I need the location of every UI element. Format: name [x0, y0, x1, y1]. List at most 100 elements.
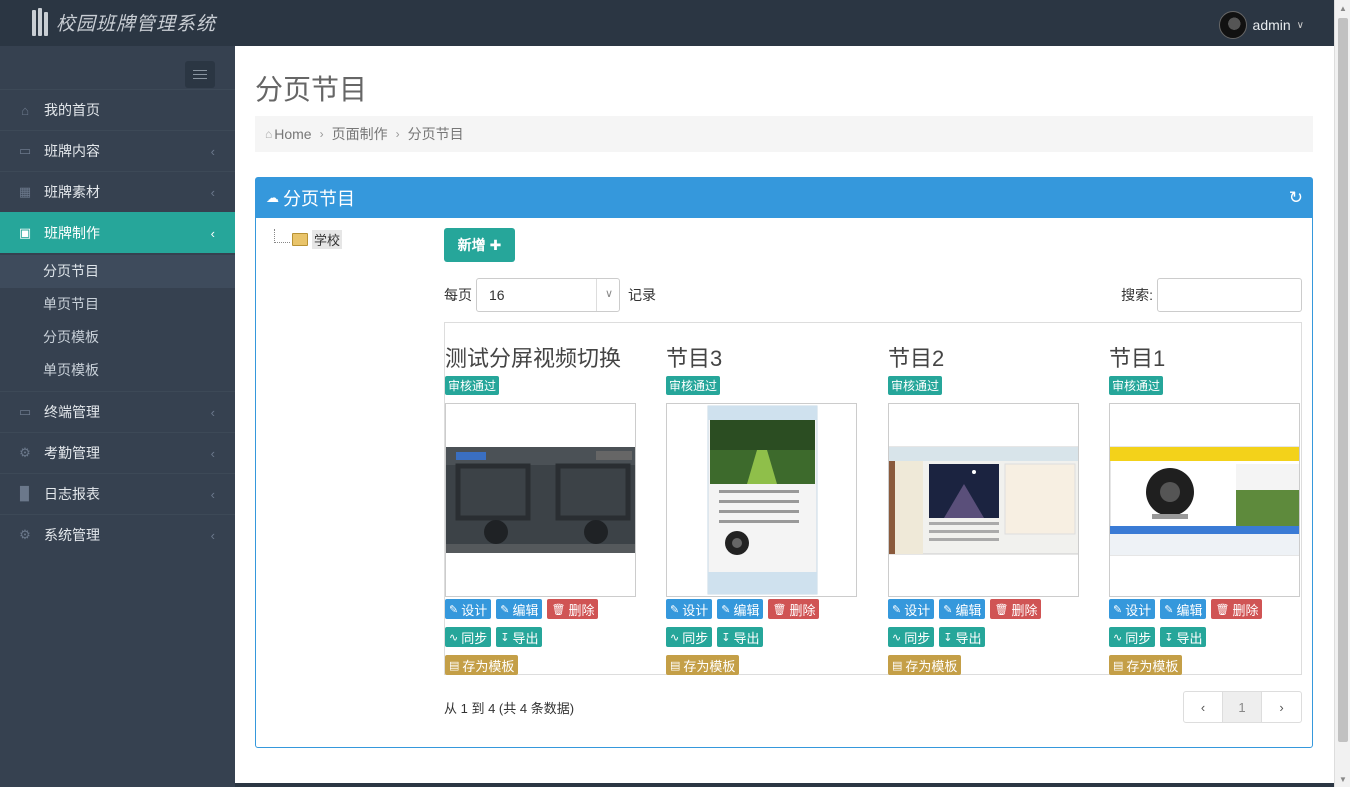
export-button[interactable]: ↧ 导出 — [939, 627, 986, 647]
delete-label: 删除 — [789, 602, 816, 618]
sidebar-item-content[interactable]: ▭ 班牌内容 ‹ — [0, 130, 235, 171]
next-page-button[interactable]: › — [1262, 692, 1301, 722]
program-card: 节目1 审核通过 ✎ 设计 ✎ 编辑 🗑 删除 ∿ 同步 ↧ 导出 ▤ 存为模板 — [1109, 323, 1309, 675]
delete-button[interactable]: 🗑 删除 — [547, 599, 599, 619]
chevron-left-icon: ‹ — [210, 486, 215, 502]
edit-button[interactable]: ✎ 编辑 — [939, 599, 986, 619]
home-icon: ⌂ — [265, 127, 273, 141]
app-title: 校园班牌管理系统 — [56, 12, 217, 35]
edit-button[interactable]: ✎ 编辑 — [717, 599, 764, 619]
footer-bar — [235, 783, 1334, 787]
save-template-button[interactable]: ▤ 存为模板 — [1109, 655, 1183, 675]
sidebar-item-label: 日志报表 — [44, 486, 100, 502]
program-card: 测试分屏视频切换 审核通过 ✎ 设计 ✎ 编辑 🗑 删除 ∿ 同步 ↧ 导出 ▤… — [445, 323, 645, 675]
sidebar-toggle-button[interactable] — [185, 61, 215, 88]
sync-button[interactable]: ∿ 同步 — [445, 627, 492, 647]
sidebar-item-label: 我的首页 — [44, 102, 100, 118]
delete-label: 删除 — [1232, 602, 1259, 618]
sync-label: 同步 — [904, 630, 931, 646]
page-length-control: 每页 16 ∨ 记录 — [444, 278, 656, 312]
sidebar-item-home[interactable]: ⌂ 我的首页 — [0, 89, 235, 130]
export-label: 导出 — [733, 630, 760, 646]
scroll-up-icon[interactable]: ▲ — [1335, 0, 1350, 16]
scrollbar-thumb[interactable] — [1338, 18, 1348, 742]
chevron-right-icon: › — [319, 127, 324, 141]
logo-icon — [30, 8, 50, 36]
chevron-left-icon: ‹ — [210, 143, 215, 159]
submenu-item-single-template[interactable]: 单页模板 — [0, 354, 235, 387]
submenu-item-paged-template[interactable]: 分页模板 — [0, 321, 235, 354]
sidebar-item-terminals[interactable]: ▭ 终端管理 ‹ — [0, 391, 235, 432]
delete-button[interactable]: 🗑 删除 — [990, 599, 1042, 619]
card-actions: ✎ 设计 ✎ 编辑 🗑 删除 ∿ 同步 ↧ 导出 ▤ 存为模板 — [1109, 599, 1309, 675]
page-scrollbar[interactable]: ▲ ▼ — [1334, 0, 1350, 787]
sidebar-item-materials[interactable]: ▦ 班牌素材 ‹ — [0, 171, 235, 212]
sync-button[interactable]: ∿ 同步 — [1109, 627, 1156, 647]
delete-button[interactable]: 🗑 删除 — [768, 599, 820, 619]
save-template-button[interactable]: ▤ 存为模板 — [888, 655, 962, 675]
sidebar-item-production[interactable]: ▣ 班牌制作 ‹ — [0, 212, 235, 253]
program-thumbnail[interactable] — [1109, 403, 1300, 597]
submenu-item-paged-program[interactable]: 分页节目 — [0, 255, 235, 288]
sidebar-item-attendance[interactable]: ⚙ 考勤管理 ‹ — [0, 432, 235, 473]
add-button[interactable]: 新增 ✚ — [444, 228, 515, 262]
app-logo[interactable]: 校园班牌管理系统 — [30, 7, 216, 37]
program-title[interactable]: 节目3 — [666, 341, 866, 371]
rss-icon: ∿ — [1113, 631, 1123, 644]
sync-button[interactable]: ∿ 同步 — [888, 627, 935, 647]
tree-node-school[interactable]: 学校 — [312, 230, 343, 249]
export-label: 导出 — [955, 630, 982, 646]
portlet-title: 分页节目 — [283, 189, 355, 209]
status-badge: 审核通过 — [888, 376, 943, 395]
design-button[interactable]: ✎ 设计 — [666, 599, 713, 619]
sidebar-item-label: 班牌制作 — [44, 225, 100, 241]
program-thumbnail[interactable] — [445, 403, 636, 597]
cogs-icon: ⚙ — [19, 527, 31, 542]
user-menu[interactable]: admin ∨ — [1218, 11, 1304, 39]
chevron-left-icon: ‹ — [210, 184, 215, 200]
export-button[interactable]: ↧ 导出 — [496, 627, 543, 647]
main-content: 分页节目 ⌂ Home › 页面制作 › 分页节目 ☁ 分页节目 ↻ 学校 新增… — [235, 46, 1334, 783]
bar-chart-icon: ▉ — [20, 486, 30, 501]
edit-label: 编辑 — [733, 602, 760, 618]
user-name: admin — [1252, 17, 1291, 33]
sidebar-item-system[interactable]: ⚙ 系统管理 ‹ — [0, 514, 235, 555]
sidebar-item-label: 系统管理 — [44, 527, 100, 543]
avatar — [1218, 11, 1247, 39]
sidebar-menu: ⌂ 我的首页 ▭ 班牌内容 ‹ ▦ 班牌素材 ‹ ▣ 班牌制作 ‹ 分页节目 单… — [0, 89, 235, 555]
export-button[interactable]: ↧ 导出 — [1160, 627, 1207, 647]
program-thumbnail[interactable] — [666, 403, 857, 597]
thumbnail-image — [446, 447, 635, 553]
breadcrumb-section[interactable]: 页面制作 — [332, 124, 388, 144]
edit-button[interactable]: ✎ 编辑 — [496, 599, 543, 619]
program-thumbnail[interactable] — [888, 403, 1079, 597]
design-button[interactable]: ✎ 设计 — [445, 599, 492, 619]
design-label: 设计 — [1125, 602, 1152, 618]
save-template-button[interactable]: ▤ 存为模板 — [666, 655, 740, 675]
prev-page-button[interactable]: ‹ — [1184, 692, 1223, 722]
program-title[interactable]: 测试分屏视频切换 — [445, 341, 645, 371]
search-input[interactable] — [1157, 278, 1302, 312]
search-label: 搜索: — [1121, 287, 1153, 303]
edit-icon: ✎ — [721, 603, 731, 616]
breadcrumb-current: 分页节目 — [407, 126, 464, 142]
design-button[interactable]: ✎ 设计 — [888, 599, 935, 619]
page-button-current[interactable]: 1 — [1223, 692, 1262, 722]
export-button[interactable]: ↧ 导出 — [717, 627, 764, 647]
trash-icon: 🗑 — [1215, 603, 1230, 616]
program-title[interactable]: 节目2 — [888, 341, 1088, 371]
scroll-down-icon[interactable]: ▼ — [1335, 771, 1350, 787]
edit-button[interactable]: ✎ 编辑 — [1160, 599, 1207, 619]
sidebar-submenu: 分页节目 单页节目 分页模板 单页模板 — [0, 253, 235, 391]
page-length-select[interactable]: 16 ∨ — [476, 278, 620, 312]
reload-icon[interactable]: ↻ — [1289, 188, 1303, 208]
delete-button[interactable]: 🗑 删除 — [1211, 599, 1263, 619]
breadcrumb-home[interactable]: Home — [274, 126, 311, 142]
save-template-button[interactable]: ▤ 存为模板 — [445, 655, 519, 675]
chevron-left-icon: ‹ — [210, 527, 215, 543]
sync-button[interactable]: ∿ 同步 — [666, 627, 713, 647]
design-button[interactable]: ✎ 设计 — [1109, 599, 1156, 619]
program-title[interactable]: 节目1 — [1109, 341, 1309, 371]
sidebar-item-logs[interactable]: ▉ 日志报表 ‹ — [0, 473, 235, 514]
submenu-item-single-program[interactable]: 单页节目 — [0, 288, 235, 321]
